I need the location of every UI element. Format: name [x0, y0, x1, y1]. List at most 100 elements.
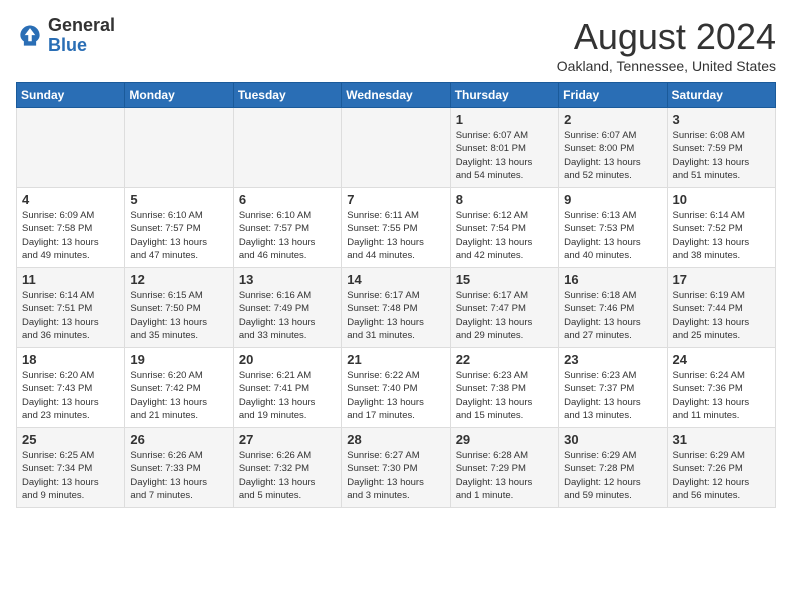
calendar-cell: 15 Sunrise: 6:17 AM Sunset: 7:47 PM Dayli… — [450, 268, 558, 348]
day-number: 10 — [673, 192, 770, 207]
day-number: 8 — [456, 192, 553, 207]
month-title: August 2024 — [557, 16, 776, 58]
day-number: 26 — [130, 432, 227, 447]
logo: General Blue — [16, 16, 115, 56]
calendar-cell: 5Sunrise: 6:10 AM Sunset: 7:57 PM Daylig… — [125, 188, 233, 268]
day-info: Sunrise: 6:21 AM Sunset: 7:41 PM Dayligh… — [239, 369, 336, 422]
location: Oakland, Tennessee, United States — [557, 58, 776, 74]
day-info: Sunrise: 6:14 AM Sunset: 7:51 PM Dayligh… — [22, 289, 119, 342]
weekday-header-monday: Monday — [125, 83, 233, 108]
day-info: Sunrise: 6:10 AM Sunset: 7:57 PM Dayligh… — [239, 209, 336, 262]
day-info: Sunrise: 6:17 AM Sunset: 7:47 PM Dayligh… — [456, 289, 553, 342]
day-info: Sunrise: 6:19 AM Sunset: 7:44 PM Dayligh… — [673, 289, 770, 342]
day-info: Sunrise: 6:27 AM Sunset: 7:30 PM Dayligh… — [347, 449, 444, 502]
calendar-cell: 2Sunrise: 6:07 AM Sunset: 8:00 PM Daylig… — [559, 108, 667, 188]
calendar-cell: 14 Sunrise: 6:17 AM Sunset: 7:48 PM Dayli… — [342, 268, 450, 348]
day-info: Sunrise: 6:07 AM Sunset: 8:01 PM Dayligh… — [456, 129, 553, 182]
calendar-cell: 20 Sunrise: 6:21 AM Sunset: 7:41 PM Dayli… — [233, 348, 341, 428]
calendar-table: SundayMondayTuesdayWednesdayThursdayFrid… — [16, 82, 776, 508]
day-number: 12 — [130, 272, 227, 287]
day-info: Sunrise: 6:20 AM Sunset: 7:42 PM Dayligh… — [130, 369, 227, 422]
day-number: 11 — [22, 272, 119, 287]
day-info: Sunrise: 6:17 AM Sunset: 7:48 PM Dayligh… — [347, 289, 444, 342]
day-number: 6 — [239, 192, 336, 207]
day-info: Sunrise: 6:20 AM Sunset: 7:43 PM Dayligh… — [22, 369, 119, 422]
day-info: Sunrise: 6:13 AM Sunset: 7:53 PM Dayligh… — [564, 209, 661, 262]
calendar-cell: 22 Sunrise: 6:23 AM Sunset: 7:38 PM Dayli… — [450, 348, 558, 428]
day-number: 20 — [239, 352, 336, 367]
calendar-cell — [233, 108, 341, 188]
calendar-cell: 25 Sunrise: 6:25 AM Sunset: 7:34 PM Dayli… — [17, 428, 125, 508]
day-number: 25 — [22, 432, 119, 447]
weekday-header-friday: Friday — [559, 83, 667, 108]
logo-text: General Blue — [48, 16, 115, 56]
day-info: Sunrise: 6:22 AM Sunset: 7:40 PM Dayligh… — [347, 369, 444, 422]
day-info: Sunrise: 6:26 AM Sunset: 7:32 PM Dayligh… — [239, 449, 336, 502]
title-block: August 2024 Oakland, Tennessee, United S… — [557, 16, 776, 74]
calendar-cell: 13 Sunrise: 6:16 AM Sunset: 7:49 PM Dayli… — [233, 268, 341, 348]
day-number: 22 — [456, 352, 553, 367]
day-number: 31 — [673, 432, 770, 447]
calendar-cell: 1 Sunrise: 6:07 AM Sunset: 8:01 PM Daylig… — [450, 108, 558, 188]
day-number: 16 — [564, 272, 661, 287]
calendar-cell: 8 Sunrise: 6:12 AM Sunset: 7:54 PM Daylig… — [450, 188, 558, 268]
day-number: 18 — [22, 352, 119, 367]
calendar-cell: 30 Sunrise: 6:29 AM Sunset: 7:28 PM Dayli… — [559, 428, 667, 508]
calendar-cell: 28 Sunrise: 6:27 AM Sunset: 7:30 PM Dayli… — [342, 428, 450, 508]
day-info: Sunrise: 6:25 AM Sunset: 7:34 PM Dayligh… — [22, 449, 119, 502]
calendar-cell: 10 Sunrise: 6:14 AM Sunset: 7:52 PM Dayli… — [667, 188, 775, 268]
day-info: Sunrise: 6:23 AM Sunset: 7:38 PM Dayligh… — [456, 369, 553, 422]
day-number: 3 — [673, 112, 770, 127]
day-info: Sunrise: 6:12 AM Sunset: 7:54 PM Dayligh… — [456, 209, 553, 262]
calendar-cell — [125, 108, 233, 188]
calendar-cell: 23 Sunrise: 6:23 AM Sunset: 7:37 PM Dayli… — [559, 348, 667, 428]
calendar-cell: 18 Sunrise: 6:20 AM Sunset: 7:43 PM Dayli… — [17, 348, 125, 428]
calendar-cell: 19 Sunrise: 6:20 AM Sunset: 7:42 PM Dayli… — [125, 348, 233, 428]
day-number: 19 — [130, 352, 227, 367]
calendar-cell: 12 Sunrise: 6:15 AM Sunset: 7:50 PM Dayli… — [125, 268, 233, 348]
weekday-header-saturday: Saturday — [667, 83, 775, 108]
day-number: 23 — [564, 352, 661, 367]
day-number: 21 — [347, 352, 444, 367]
calendar-cell: 6 Sunrise: 6:10 AM Sunset: 7:57 PM Daylig… — [233, 188, 341, 268]
weekday-header-thursday: Thursday — [450, 83, 558, 108]
day-info: Sunrise: 6:11 AM Sunset: 7:55 PM Dayligh… — [347, 209, 444, 262]
day-info: Sunrise: 6:09 AM Sunset: 7:58 PM Dayligh… — [22, 209, 119, 262]
day-info: Sunrise: 6:15 AM Sunset: 7:50 PM Dayligh… — [130, 289, 227, 342]
day-info: Sunrise: 6:23 AM Sunset: 7:37 PM Dayligh… — [564, 369, 661, 422]
day-number: 28 — [347, 432, 444, 447]
calendar-cell: 29Sunrise: 6:28 AM Sunset: 7:29 PM Dayli… — [450, 428, 558, 508]
day-number: 13 — [239, 272, 336, 287]
logo-icon — [16, 22, 44, 50]
page-header: General Blue August 2024 Oakland, Tennes… — [16, 16, 776, 74]
day-number: 27 — [239, 432, 336, 447]
day-number: 14 — [347, 272, 444, 287]
calendar-cell: 16 Sunrise: 6:18 AM Sunset: 7:46 PM Dayli… — [559, 268, 667, 348]
calendar-cell: 17 Sunrise: 6:19 AM Sunset: 7:44 PM Dayli… — [667, 268, 775, 348]
calendar-cell: 9Sunrise: 6:13 AM Sunset: 7:53 PM Daylig… — [559, 188, 667, 268]
day-info: Sunrise: 6:28 AM Sunset: 7:29 PM Dayligh… — [456, 449, 553, 502]
day-info: Sunrise: 6:14 AM Sunset: 7:52 PM Dayligh… — [673, 209, 770, 262]
day-info: Sunrise: 6:08 AM Sunset: 7:59 PM Dayligh… — [673, 129, 770, 182]
day-number: 7 — [347, 192, 444, 207]
day-number: 2 — [564, 112, 661, 127]
calendar-cell: 31 Sunrise: 6:29 AM Sunset: 7:26 PM Dayli… — [667, 428, 775, 508]
day-info: Sunrise: 6:24 AM Sunset: 7:36 PM Dayligh… — [673, 369, 770, 422]
day-info: Sunrise: 6:10 AM Sunset: 7:57 PM Dayligh… — [130, 209, 227, 262]
calendar-cell: 4 Sunrise: 6:09 AM Sunset: 7:58 PM Daylig… — [17, 188, 125, 268]
day-number: 1 — [456, 112, 553, 127]
day-number: 15 — [456, 272, 553, 287]
calendar-cell: 21 Sunrise: 6:22 AM Sunset: 7:40 PM Dayli… — [342, 348, 450, 428]
day-info: Sunrise: 6:16 AM Sunset: 7:49 PM Dayligh… — [239, 289, 336, 342]
weekday-header-sunday: Sunday — [17, 83, 125, 108]
day-number: 17 — [673, 272, 770, 287]
calendar-cell — [342, 108, 450, 188]
calendar-cell: 7 Sunrise: 6:11 AM Sunset: 7:55 PM Daylig… — [342, 188, 450, 268]
calendar-cell: 24 Sunrise: 6:24 AM Sunset: 7:36 PM Dayli… — [667, 348, 775, 428]
day-number: 4 — [22, 192, 119, 207]
day-info: Sunrise: 6:29 AM Sunset: 7:26 PM Dayligh… — [673, 449, 770, 502]
day-info: Sunrise: 6:29 AM Sunset: 7:28 PM Dayligh… — [564, 449, 661, 502]
day-info: Sunrise: 6:18 AM Sunset: 7:46 PM Dayligh… — [564, 289, 661, 342]
day-number: 24 — [673, 352, 770, 367]
day-number: 30 — [564, 432, 661, 447]
